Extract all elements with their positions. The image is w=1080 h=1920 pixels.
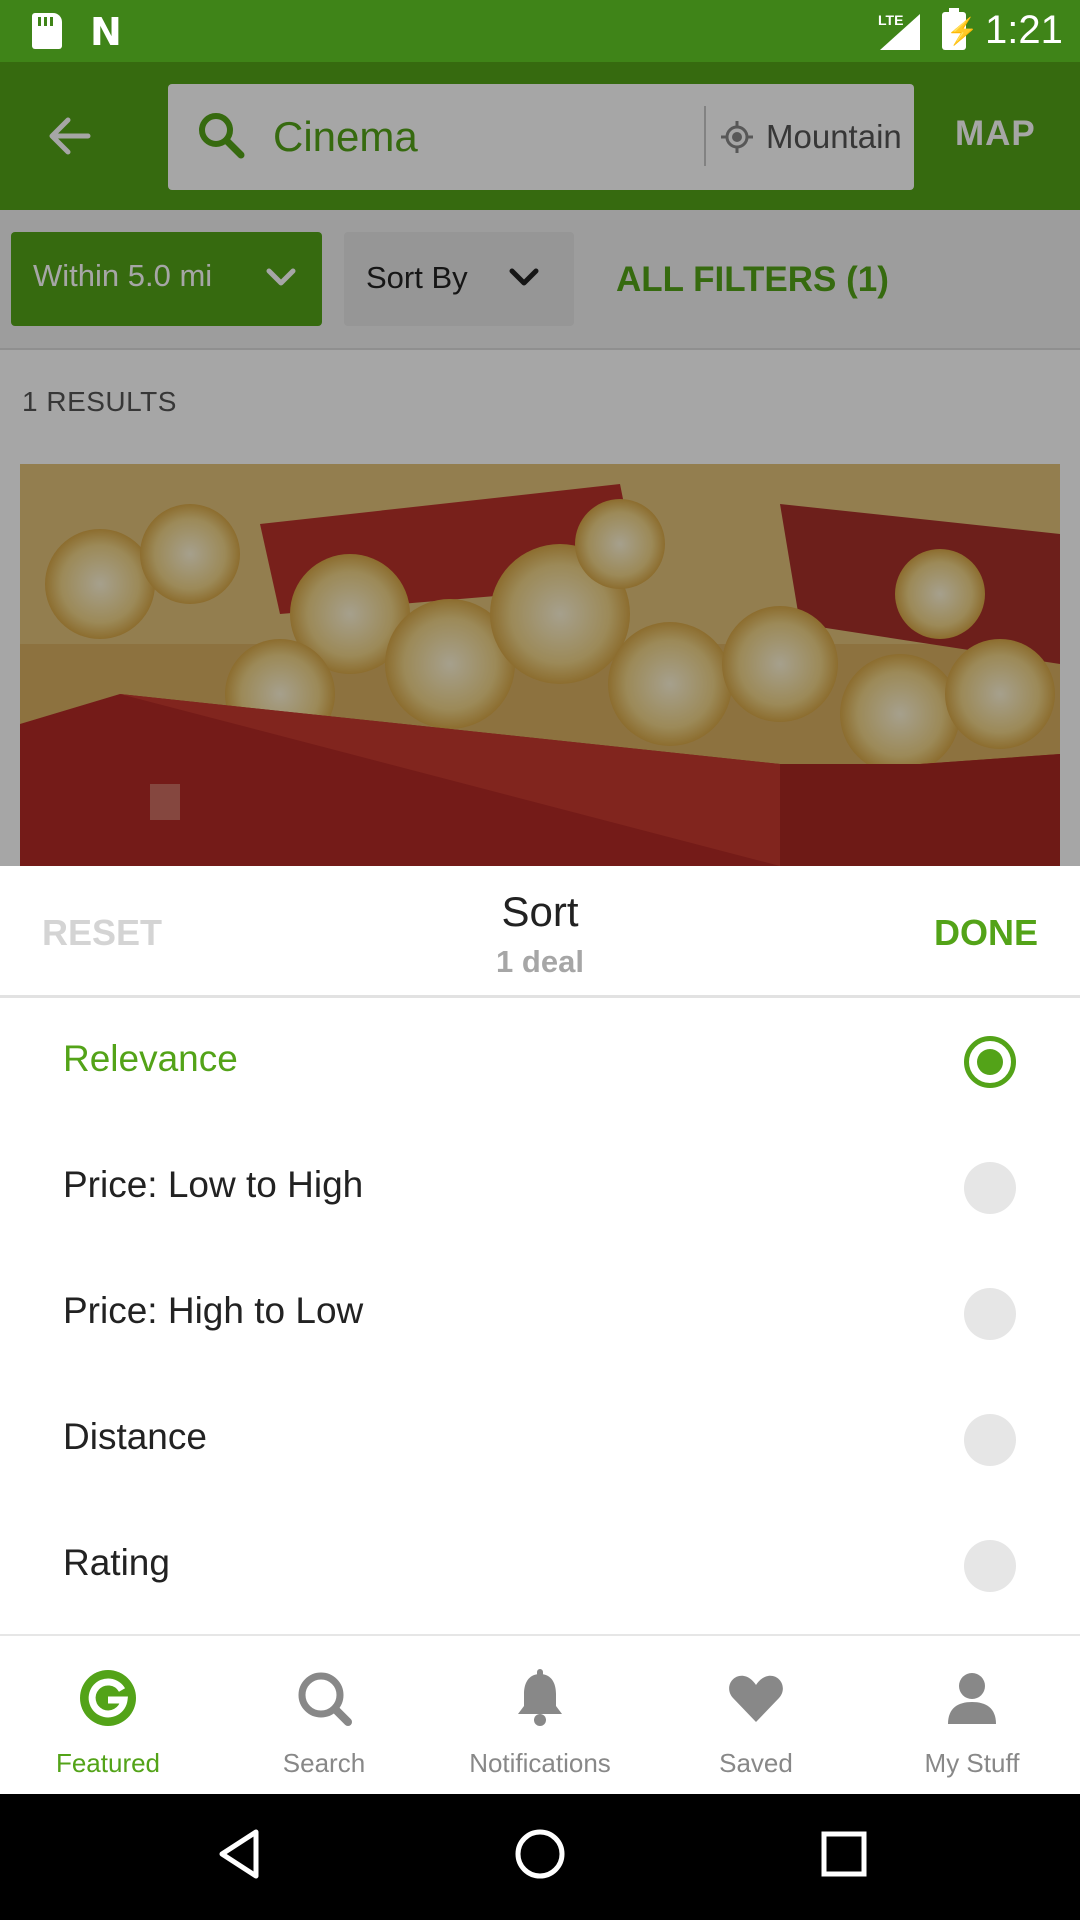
sort-option-price-low-high[interactable]: Price: Low to High xyxy=(0,1124,1080,1250)
nav-label: Search xyxy=(282,1748,366,1778)
radio-unselected-icon[interactable] xyxy=(964,1414,1016,1466)
sort-options-list: Relevance Price: Low to High Price: High… xyxy=(0,998,1080,1634)
back-triangle-icon[interactable] xyxy=(210,1824,270,1884)
nav-search[interactable]: Search xyxy=(216,1636,432,1796)
nav-label: Featured xyxy=(55,1748,161,1778)
radio-unselected-icon[interactable] xyxy=(964,1288,1016,1340)
sort-option-label: Rating xyxy=(63,1542,170,1583)
radio-unselected-icon[interactable] xyxy=(964,1540,1016,1592)
person-icon xyxy=(948,1673,996,1724)
bottom-nav: Featured Search Notifications Saved My S… xyxy=(0,1634,1080,1794)
nav-featured[interactable]: Featured xyxy=(0,1636,216,1796)
status-bar: N LTE ⚡ 1:21 xyxy=(0,0,1080,62)
sort-option-label: Distance xyxy=(63,1416,207,1457)
nav-saved[interactable]: Saved xyxy=(648,1636,864,1796)
nav-label: Saved xyxy=(719,1748,793,1778)
sort-sheet-header: RESET Sort 1 deal DONE xyxy=(0,866,1080,998)
done-button[interactable]: DONE xyxy=(934,912,1038,954)
radio-selected-icon[interactable] xyxy=(964,1036,1016,1088)
status-time: 1:21 xyxy=(985,8,1063,52)
home-circle-icon[interactable] xyxy=(510,1824,570,1884)
sort-option-label: Relevance xyxy=(63,1038,238,1079)
nav-notifications[interactable]: Notifications xyxy=(432,1636,648,1796)
nav-my-stuff[interactable]: My Stuff xyxy=(864,1636,1080,1796)
heart-icon xyxy=(729,1675,783,1722)
groupon-g-icon xyxy=(80,1670,136,1726)
sd-card-icon xyxy=(32,13,62,49)
bell-icon xyxy=(518,1669,562,1726)
sort-option-distance[interactable]: Distance xyxy=(0,1376,1080,1502)
sort-sheet-subtitle: 1 deal xyxy=(496,944,584,979)
signal-icon xyxy=(880,14,920,50)
sort-option-price-high-low[interactable]: Price: High to Low xyxy=(0,1250,1080,1376)
n-notification-icon: N xyxy=(90,10,122,54)
sort-option-label: Price: Low to High xyxy=(63,1164,364,1205)
nav-label: Notifications xyxy=(469,1748,611,1778)
search-icon xyxy=(298,1672,352,1726)
nav-label: My Stuff xyxy=(924,1748,1020,1778)
recents-square-icon[interactable] xyxy=(814,1824,874,1884)
sort-option-relevance[interactable]: Relevance xyxy=(0,998,1080,1124)
android-nav-bar xyxy=(0,1794,1080,1920)
dim-overlay[interactable] xyxy=(0,62,1080,866)
sort-option-label: Price: High to Low xyxy=(63,1290,364,1331)
radio-unselected-icon[interactable] xyxy=(964,1162,1016,1214)
battery-icon: ⚡ xyxy=(942,8,978,50)
sort-option-rating[interactable]: Rating xyxy=(0,1502,1080,1628)
sort-sheet-title: Sort xyxy=(501,888,579,935)
